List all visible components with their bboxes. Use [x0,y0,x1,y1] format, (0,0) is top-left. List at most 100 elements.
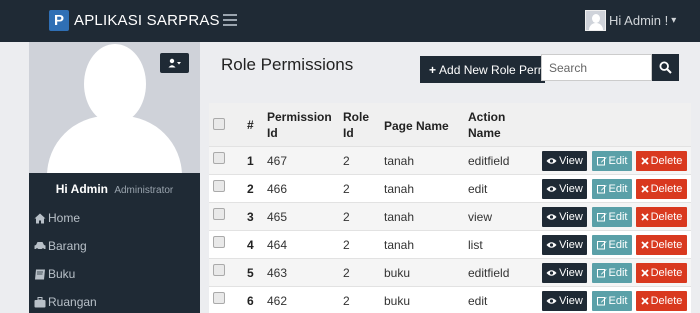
sidebar-item-label: Home [48,211,81,225]
search-button[interactable] [652,54,679,81]
table-row: 4 464 2 tanah list View Edit Delete [209,230,691,258]
action-name: editfield [468,154,510,168]
eye-icon [546,242,557,248]
sidebar-item-label: Ruangan [48,295,97,309]
permission-id: 463 [267,266,288,280]
view-button-label: View [559,211,583,223]
edit-button[interactable]: Edit [592,235,632,255]
edit-button[interactable]: Edit [592,291,632,311]
row-checkbox[interactable] [213,292,225,304]
row-checkbox[interactable] [213,152,225,164]
row-num: 5 [247,266,254,280]
role-id: 2 [343,210,350,224]
select-all-checkbox[interactable] [213,118,225,130]
permission-id: 465 [267,210,288,224]
page-name: tanah [384,238,415,252]
user-icon [168,58,181,68]
table-row: 2 466 2 tanah edit View Edit Delete [209,174,691,202]
close-icon [640,297,649,305]
delete-button-label: Delete [650,239,683,251]
header-role-id: Role Id [343,110,370,140]
sidebar-item-label: Barang [48,239,87,253]
edit-button[interactable]: Edit [592,263,632,283]
row-num: 1 [247,154,254,168]
brand[interactable]: P APLIKASI SARPRAS [49,10,220,31]
sidebar-item-barang[interactable]: Barang [34,239,87,253]
sidebar: Hi Admin Administrator Home Barang Buku … [29,42,200,313]
sidebar-item-home[interactable]: Home [34,211,80,225]
view-button[interactable]: View [542,235,587,255]
view-button-label: View [559,183,583,195]
user-menu[interactable]: Hi Admin ! ▾ [585,10,676,31]
permission-id: 467 [267,154,288,168]
close-icon [640,269,649,277]
edit-button-label: Edit [608,183,628,195]
avatar [585,10,606,31]
edit-button-label: Edit [608,211,628,223]
delete-button[interactable]: Delete [636,263,687,283]
page-name: tanah [384,210,415,224]
sidebar-item-label: Buku [48,267,76,281]
role-id: 2 [343,154,350,168]
close-icon [640,241,649,249]
row-num: 4 [247,238,254,252]
action-name: edit [468,294,488,308]
permission-id: 466 [267,182,288,196]
table-row: 3 465 2 tanah view View Edit Delete [209,202,691,230]
close-icon [640,213,649,221]
edit-button[interactable]: Edit [592,207,632,227]
view-button[interactable]: View [542,263,587,283]
page-name: tanah [384,182,415,196]
top-navbar: P APLIKASI SARPRAS Hi Admin ! ▾ [0,0,700,42]
row-checkbox[interactable] [213,180,225,192]
add-new-role-permission-button[interactable]: + Add New Role Permission [420,56,545,83]
delete-button[interactable]: Delete [636,235,687,255]
view-button[interactable]: View [542,207,587,227]
view-button-label: View [559,239,583,251]
view-button[interactable]: View [542,291,587,311]
edit-icon [596,185,607,194]
row-num: 6 [247,294,254,308]
role-id: 2 [343,294,350,308]
delete-button[interactable]: Delete [636,179,687,199]
edit-button[interactable]: Edit [592,151,632,171]
profile-role: Administrator [114,185,174,196]
edit-icon [596,297,607,306]
row-num: 3 [247,210,254,224]
edit-icon [596,241,607,250]
chevron-down-icon: ▾ [671,15,677,26]
row-checkbox[interactable] [213,208,225,220]
sidebar-item-buku[interactable]: Buku [34,267,75,281]
delete-button[interactable]: Delete [636,291,687,311]
delete-button-label: Delete [650,267,683,279]
page-name: buku [384,294,411,308]
view-button-label: View [559,295,583,307]
eye-icon [546,186,557,192]
profile-dropdown-button[interactable] [160,53,189,73]
user-menu-label: Hi Admin ! [609,13,669,28]
row-checkbox[interactable] [213,264,225,276]
view-button[interactable]: View [542,151,587,171]
table-row: 5 463 2 buku editfield View Edit Delete [209,258,691,286]
header-action-name: Action Name [468,110,506,140]
edit-button[interactable]: Edit [592,179,632,199]
permissions-table: # Permission Id Role Id Page Name Action Na… [209,103,691,313]
search-input[interactable] [541,54,652,81]
edit-icon [596,213,607,222]
car-icon [34,242,46,251]
view-button-label: View [559,155,583,167]
book-icon [35,269,45,279]
permission-id: 464 [267,238,288,252]
delete-button-label: Delete [650,295,683,307]
delete-button[interactable]: Delete [636,207,687,227]
permission-id: 462 [267,294,288,308]
row-checkbox[interactable] [213,236,225,248]
sidebar-item-ruangan[interactable]: Ruangan [34,295,97,309]
delete-button[interactable]: Delete [636,151,687,171]
action-name: list [468,238,483,252]
view-button[interactable]: View [542,179,587,199]
edit-button-label: Edit [608,239,628,251]
page-name: buku [384,266,411,280]
menu-toggle-icon[interactable] [223,14,237,26]
search-icon [659,61,672,74]
